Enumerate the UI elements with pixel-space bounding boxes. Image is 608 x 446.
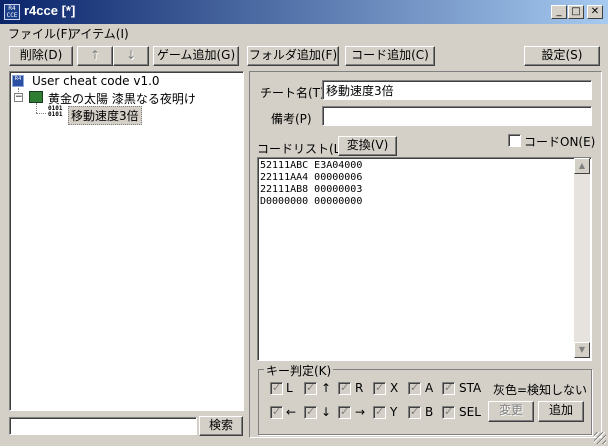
minimize-button[interactable]: _ [551, 5, 567, 19]
tree-root-label[interactable]: User cheat code v1.0 [32, 74, 160, 88]
key-left-checkbox[interactable] [270, 405, 283, 419]
key-start-label: STA [459, 381, 482, 395]
key-a-label: A [425, 381, 434, 395]
convert-button[interactable]: 変換(V) [338, 136, 397, 156]
title-bar[interactable]: R4 CCE r4cce [*] _ □ ✕ [0, 0, 608, 24]
key-down-checkbox[interactable] [304, 405, 317, 419]
key-select-checkbox[interactable] [442, 405, 455, 419]
key-b-label: B [425, 405, 434, 419]
add-game-button[interactable]: ゲーム追加(G) [153, 46, 239, 66]
code-on-checkbox[interactable] [508, 134, 521, 147]
key-l-checkbox[interactable] [270, 381, 283, 395]
code-binary-icon: 0101 0101 [48, 105, 63, 118]
cheat-name-field[interactable]: 移動速度3倍 [322, 80, 592, 100]
key-b-checkbox[interactable] [408, 405, 421, 419]
key-y-checkbox[interactable] [373, 405, 386, 419]
change-button[interactable]: 変更 [488, 401, 534, 422]
close-button[interactable]: ✕ [587, 5, 603, 19]
search-input[interactable] [9, 417, 197, 435]
add-button[interactable]: 追加 [538, 401, 584, 422]
tree-line [36, 113, 46, 114]
key-r-label: R [355, 381, 364, 395]
key-left-label: ← [286, 405, 297, 419]
collapse-toggle[interactable]: − [14, 93, 23, 102]
vertical-scrollbar[interactable]: ▲ ▼ [574, 158, 590, 358]
key-select-label: SEL [459, 405, 481, 419]
maximize-button[interactable]: □ [568, 5, 584, 19]
search-button[interactable]: 検索 [199, 416, 243, 436]
tree-code-label[interactable]: 移動速度3倍 [68, 106, 142, 125]
note-label: 備考(P) [271, 112, 312, 126]
tree-line [36, 103, 37, 113]
move-up-button[interactable]: ↑ [77, 46, 113, 66]
menu-file[interactable]: ファイル(F) [8, 25, 72, 42]
key-y-label: Y [390, 405, 398, 419]
menu-bar: ファイル(F) アイテム(I) [0, 24, 608, 42]
grey-note: 灰色=検知しない [493, 383, 588, 397]
code-on-label: コードON(E) [524, 135, 596, 149]
window-title: r4cce [*] [24, 3, 76, 18]
move-down-button[interactable]: ↓ [113, 46, 149, 66]
key-x-label: X [390, 381, 399, 395]
key-x-checkbox[interactable] [373, 381, 386, 395]
scroll-down-arrow-icon[interactable]: ▼ [574, 342, 590, 358]
key-right-label: → [355, 405, 366, 419]
code-list-label: コードリスト(L) [257, 142, 346, 156]
game-cartridge-icon [29, 91, 43, 103]
key-a-checkbox[interactable] [408, 381, 421, 395]
key-start-checkbox[interactable] [442, 381, 455, 395]
tree-game-label[interactable]: 黄金の太陽 漆黒なる夜明け [48, 90, 196, 107]
code-list-textarea[interactable]: 52111ABC E3A04000 22111AA4 00000006 2211… [257, 157, 592, 361]
code-list-text: 52111ABC E3A04000 22111AA4 00000006 2211… [260, 160, 363, 207]
app-icon: R4 CCE [4, 4, 20, 20]
add-folder-button[interactable]: フォルダ追加(F) [247, 46, 339, 66]
key-up-label: ↑ [321, 381, 332, 395]
cheat-name-label: チート名(T) [260, 86, 325, 100]
resize-grip-icon[interactable] [594, 432, 606, 444]
menu-item[interactable]: アイテム(I) [69, 25, 129, 42]
delete-button[interactable]: 削除(D) [9, 46, 73, 66]
root-db-icon: R4 [12, 75, 24, 87]
key-up-checkbox[interactable] [304, 381, 317, 395]
cheat-tree[interactable]: R4 User cheat code v1.0 − 黄金の太陽 漆黒なる夜明け … [9, 71, 244, 411]
key-r-checkbox[interactable] [338, 381, 351, 395]
note-field[interactable] [322, 106, 592, 126]
key-down-label: ↓ [321, 405, 332, 419]
key-judge-label: キー判定(K) [264, 362, 334, 379]
settings-button[interactable]: 設定(S) [524, 46, 600, 66]
key-l-label: L [286, 381, 293, 395]
key-right-checkbox[interactable] [338, 405, 351, 419]
add-code-button[interactable]: コード追加(C) [345, 46, 435, 66]
scroll-up-arrow-icon[interactable]: ▲ [574, 158, 590, 174]
